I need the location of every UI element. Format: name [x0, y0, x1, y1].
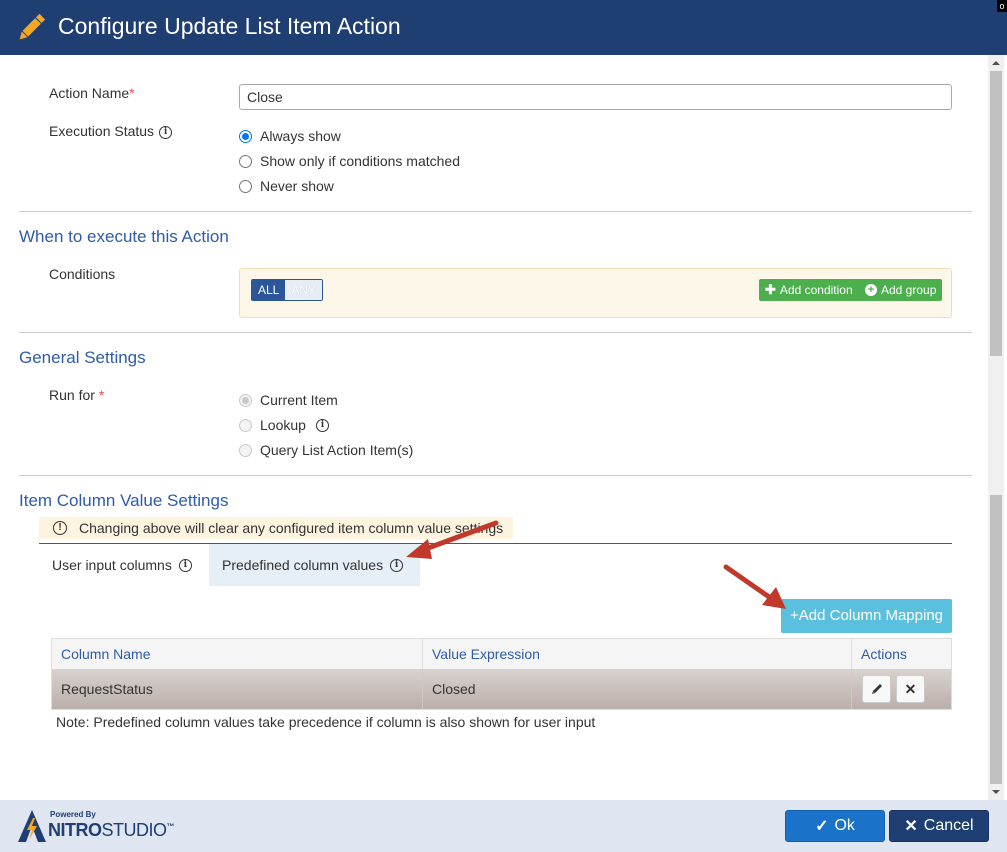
- check-icon: ✓: [815, 818, 829, 835]
- add-column-mapping-button[interactable]: +Add Column Mapping: [781, 599, 952, 633]
- plus-icon: ✚: [765, 282, 776, 297]
- add-group-label: Add group: [881, 283, 937, 297]
- scroll-up-arrow-icon[interactable]: [988, 55, 1004, 71]
- add-condition-label: Add condition: [779, 283, 853, 297]
- cancel-label: Cancel: [923, 817, 974, 834]
- execution-status-label: Execution Status i: [49, 123, 173, 139]
- action-name-input[interactable]: [239, 84, 952, 110]
- edit-row-button[interactable]: [862, 675, 891, 703]
- action-name-label-text: Action Name: [49, 85, 130, 101]
- dialog-title: Configure Update List Item Action: [58, 13, 401, 39]
- radio-button[interactable]: [239, 129, 252, 143]
- tab-label: User input columns: [52, 557, 172, 573]
- table-row[interactable]: RequestStatus Closed ✕: [52, 669, 951, 709]
- precedence-note: Note: Predefined column values take prec…: [56, 714, 596, 730]
- info-icon[interactable]: i: [315, 418, 329, 432]
- cell-actions: ✕: [852, 669, 951, 709]
- tab-label: Predefined column values: [222, 557, 384, 573]
- run-for-label: Run for *: [49, 387, 104, 403]
- annotation-arrow-icon: [406, 520, 499, 559]
- radio-label: Show only if conditions matched: [260, 153, 460, 169]
- ok-button[interactable]: ✓ Ok: [785, 810, 885, 842]
- conditions-label: Conditions: [49, 266, 116, 282]
- radio-label: Lookup: [260, 417, 306, 433]
- info-icon[interactable]: i: [178, 558, 192, 572]
- add-condition-button[interactable]: ✚ Add condition: [759, 279, 860, 301]
- table-header-row: Column Name Value Expression Actions: [52, 639, 951, 669]
- run-for-query-list[interactable]: Query List Action Item(s): [239, 442, 413, 458]
- radio-button[interactable]: [239, 154, 252, 168]
- exclamation-icon: !: [53, 521, 67, 535]
- item-column-settings-heading: Item Column Value Settings: [19, 491, 229, 510]
- header-column-name[interactable]: Column Name: [52, 639, 423, 669]
- section-divider: [19, 332, 972, 333]
- conditions-builder: ALL ANY ✚ Add condition + Add group: [239, 268, 952, 318]
- cell-column-name: RequestStatus: [52, 669, 423, 709]
- brand-name: NITROSTUDIO™: [48, 820, 174, 841]
- required-mark: *: [129, 85, 135, 101]
- window-corner-control[interactable]: o: [997, 0, 1007, 12]
- execution-status-label-text: Execution Status: [49, 123, 155, 139]
- radio-button[interactable]: [239, 179, 252, 193]
- section-divider: [19, 475, 972, 476]
- add-group-button[interactable]: + Add group: [859, 279, 943, 301]
- scrollbar-thumb-lower[interactable]: [990, 495, 1002, 784]
- close-icon: ✕: [904, 818, 918, 835]
- radio-label: Always show: [260, 128, 341, 144]
- radio-button[interactable]: [239, 418, 252, 432]
- pencil-icon: [871, 684, 882, 694]
- run-for-lookup[interactable]: Lookup i: [239, 417, 329, 433]
- dialog-content: Action Name* Execution Statusi Always sh…: [0, 55, 988, 800]
- tab-user-input-columns[interactable]: User input columns i: [39, 544, 209, 586]
- toggle-all-button[interactable]: ALL: [252, 280, 286, 300]
- section-divider: [19, 211, 972, 212]
- radio-label: Current Item: [260, 392, 338, 408]
- trademark: ™: [166, 822, 175, 831]
- radio-label: Never show: [260, 178, 334, 194]
- action-name-label: Action Name*: [49, 85, 135, 101]
- content-scrollbar[interactable]: [988, 55, 1004, 800]
- radio-button[interactable]: [239, 443, 252, 457]
- dialog-footer: Powered By NITROSTUDIO™ ✓ Ok ✕ Cancel: [0, 800, 1007, 852]
- ok-label: Ok: [834, 817, 855, 834]
- cancel-button[interactable]: ✕ Cancel: [889, 810, 989, 842]
- column-mapping-table: Column Name Value Expression Actions Req…: [51, 638, 952, 710]
- powered-by-text: Powered By: [50, 810, 96, 819]
- run-for-label-text: Run for: [49, 387, 95, 403]
- when-to-execute-heading: When to execute this Action: [19, 227, 229, 246]
- header-actions: Actions: [861, 646, 907, 662]
- radio-button[interactable]: [239, 393, 252, 407]
- info-icon[interactable]: i: [159, 125, 173, 139]
- brand-bold: NITRO: [48, 820, 102, 840]
- pencil-icon: [19, 13, 46, 40]
- run-for-current-item[interactable]: Current Item: [239, 392, 338, 408]
- execution-status-always-show[interactable]: Always show: [239, 128, 341, 144]
- required-mark: *: [98, 387, 105, 403]
- brand-light: STUDIO: [101, 820, 168, 840]
- execution-status-show-if-matched[interactable]: Show only if conditions matched: [239, 153, 460, 169]
- delete-row-button[interactable]: ✕: [896, 675, 925, 703]
- scrollbar-thumb[interactable]: [990, 71, 1002, 356]
- nitro-studio-logo: Powered By NITROSTUDIO™: [18, 809, 178, 843]
- toggle-any-button[interactable]: ANY: [285, 280, 323, 300]
- general-settings-heading: General Settings: [19, 348, 146, 367]
- scroll-down-arrow-icon[interactable]: [988, 784, 1004, 800]
- execution-status-never-show[interactable]: Never show: [239, 178, 334, 194]
- nitro-logo-icon: [18, 810, 46, 842]
- tab-predefined-column-values[interactable]: Predefined column values i: [209, 544, 420, 586]
- add-column-mapping-label: Add Column Mapping: [798, 607, 944, 624]
- all-any-toggle[interactable]: ALL ANY: [251, 279, 324, 301]
- plus-circle-icon: +: [865, 284, 877, 296]
- header-value-expression[interactable]: Value Expression: [423, 639, 852, 669]
- cell-value-expression: Closed: [423, 669, 852, 709]
- annotation-arrow-icon: [723, 564, 786, 609]
- radio-label: Query List Action Item(s): [260, 442, 414, 458]
- dialog-titlebar: Configure Update List Item Action o: [0, 0, 1007, 55]
- close-icon: ✕: [904, 681, 917, 697]
